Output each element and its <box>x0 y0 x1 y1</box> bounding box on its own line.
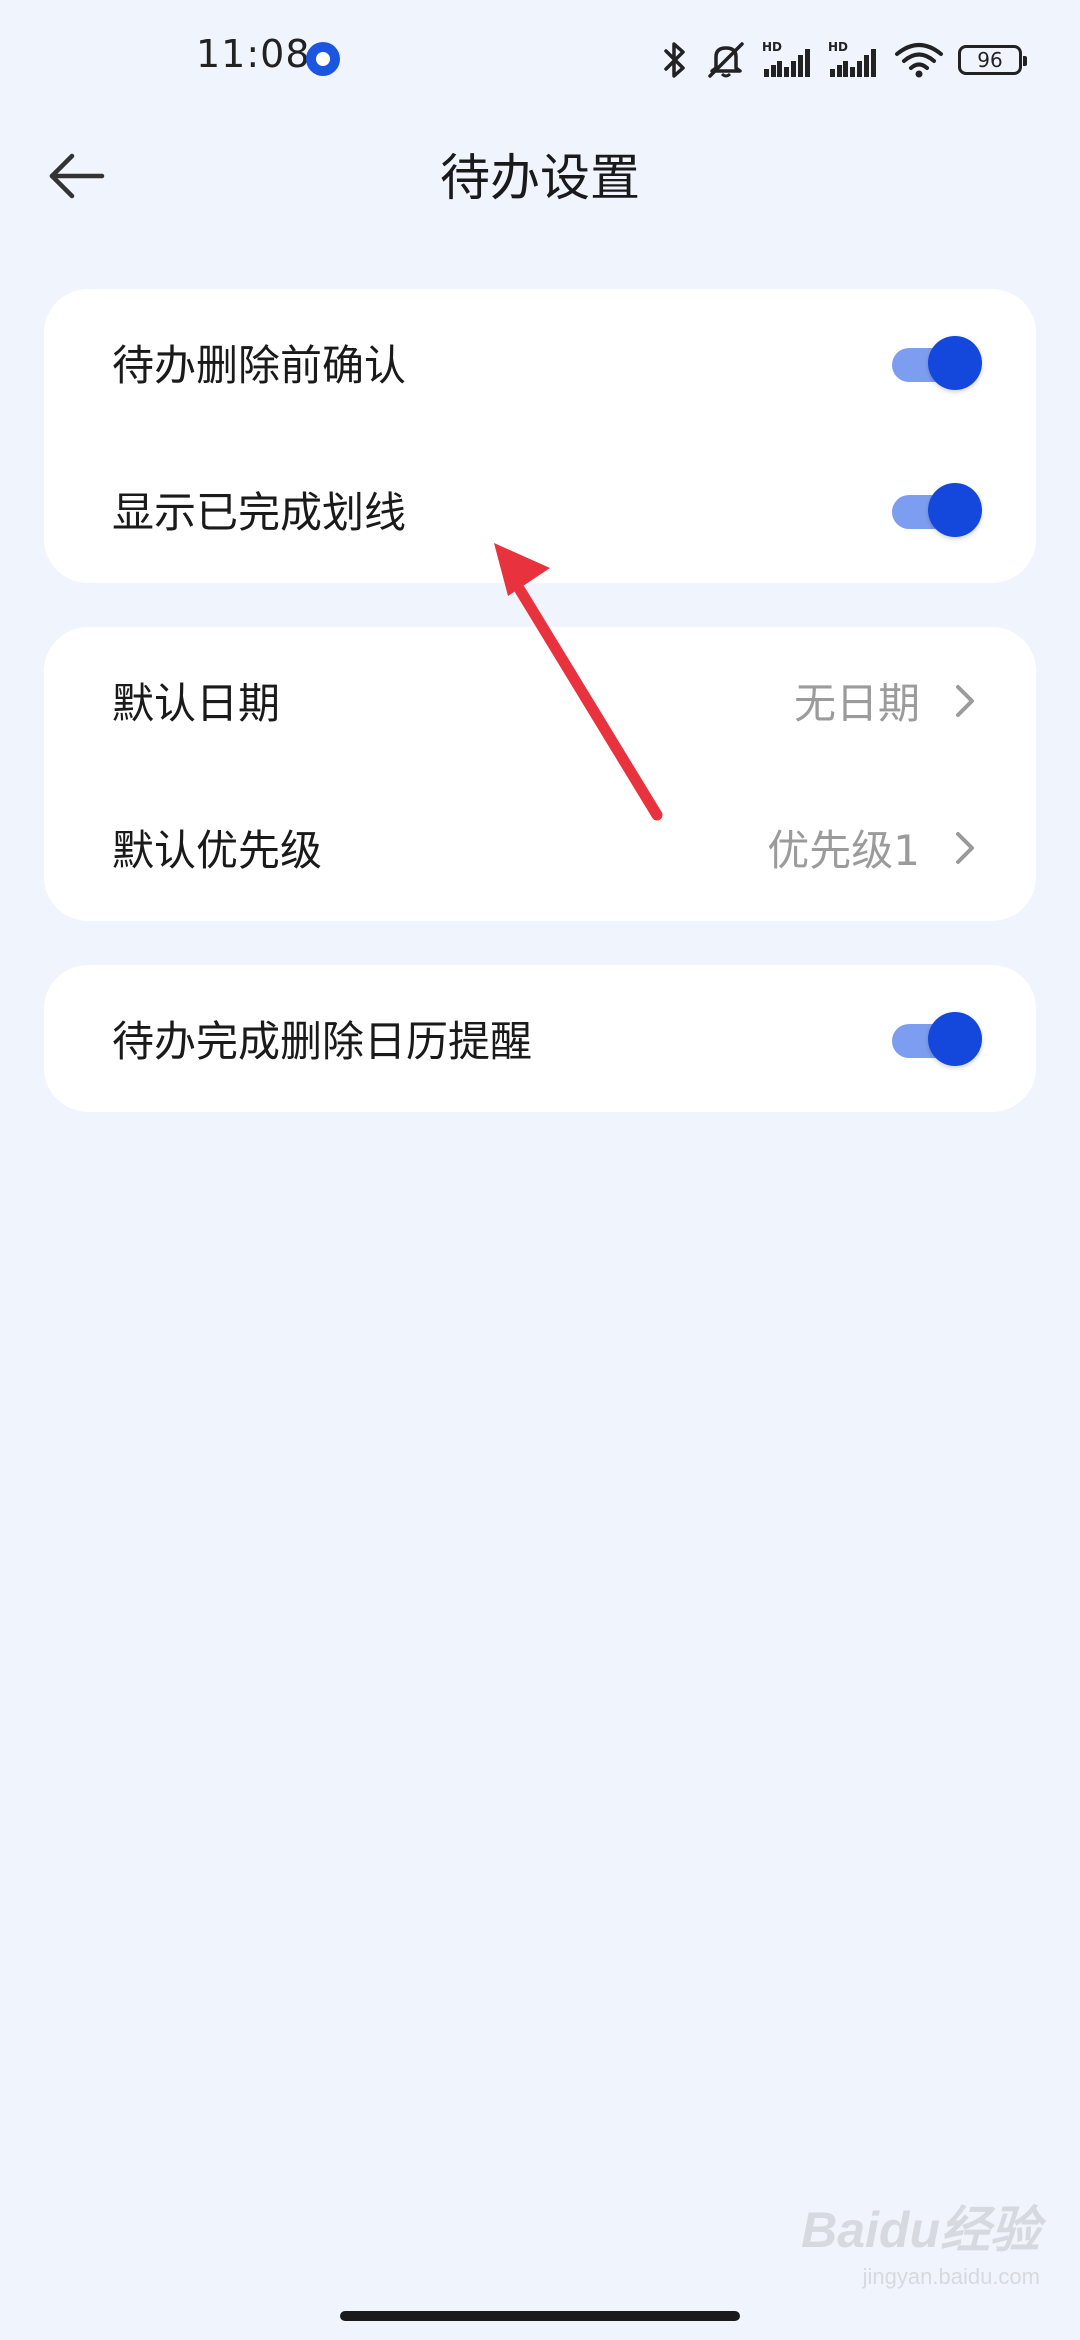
setting-row-default-priority[interactable]: 默认优先级 优先级1 <box>44 774 1036 921</box>
setting-row-delete-calendar-reminder[interactable]: 待办完成删除日历提醒 <box>44 965 1036 1112</box>
setting-value: 优先级1 <box>767 826 920 875</box>
setting-row-show-strikethrough[interactable]: 显示已完成划线 <box>44 436 1036 583</box>
setting-label: 默认优先级 <box>112 826 323 875</box>
setting-label: 显示已完成划线 <box>112 488 407 537</box>
settings-card-calendar: 待办完成删除日历提醒 <box>44 965 1036 1112</box>
toggle-knob <box>928 482 982 537</box>
battery-icon: 96 <box>958 45 1027 75</box>
status-icons: HD HD 96 <box>660 30 1027 90</box>
chevron-right-icon <box>950 828 980 868</box>
bluetooth-icon <box>664 42 685 78</box>
hd-signal-icon: HD <box>828 40 876 77</box>
delete-calendar-reminder-toggle[interactable] <box>890 1011 982 1066</box>
settings-card-defaults: 默认日期 无日期 默认优先级 优先级1 <box>44 627 1036 921</box>
show-strikethrough-toggle[interactable] <box>890 482 982 537</box>
silent-icon <box>708 42 744 78</box>
app-notification-icon <box>306 42 340 76</box>
wifi-icon <box>895 43 943 78</box>
home-indicator[interactable] <box>340 2311 740 2321</box>
setting-label: 待办删除前确认 <box>112 341 407 390</box>
toggle-knob <box>928 1011 982 1066</box>
status-time: 11:08 <box>196 32 311 76</box>
settings-card-general: 待办删除前确认 显示已完成划线 <box>44 289 1036 583</box>
setting-row-default-date[interactable]: 默认日期 无日期 <box>44 627 1036 774</box>
setting-label: 待办完成删除日历提醒 <box>112 1017 533 1066</box>
watermark-main: Baidu经验 <box>801 2202 1040 2258</box>
svg-text:HD: HD <box>762 40 782 54</box>
toggle-knob <box>928 335 982 390</box>
hd-signal-icon: HD <box>762 40 810 77</box>
page-title: 待办设置 <box>440 149 640 207</box>
setting-row-delete-confirm[interactable]: 待办删除前确认 <box>44 289 1036 436</box>
delete-confirm-toggle[interactable] <box>890 335 982 390</box>
battery-level: 96 <box>977 48 1003 72</box>
status-bar: 11:08 HD HD 96 <box>0 0 1080 120</box>
setting-value: 无日期 <box>793 679 920 728</box>
svg-text:HD: HD <box>828 40 848 54</box>
chevron-right-icon <box>950 681 980 721</box>
watermark: Baidu经验 jingyan.baidu.com <box>801 2190 1040 2290</box>
setting-label: 默认日期 <box>112 679 281 728</box>
app-header: 待办设置 <box>0 120 1080 220</box>
watermark-sub: jingyan.baidu.com <box>862 2264 1040 2289</box>
